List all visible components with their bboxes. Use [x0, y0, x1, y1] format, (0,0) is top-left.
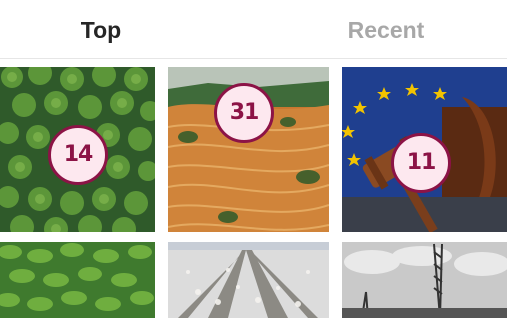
tab-recent[interactable]: Recent [306, 14, 466, 46]
construction-crane-image [342, 242, 507, 318]
cotton-field-image [168, 242, 329, 318]
post-count-badge: 31 [214, 83, 274, 143]
post-thumbnail-cotton-field[interactable] [168, 242, 329, 318]
post-thumbnail-crop-field[interactable] [0, 242, 155, 318]
tab-bar: Top Recent [0, 0, 507, 59]
post-count-badge: 14 [48, 125, 108, 185]
tab-top[interactable]: Top [21, 14, 181, 46]
crop-field-image [0, 242, 155, 318]
post-thumbnail-construction-crane[interactable] [342, 242, 507, 318]
post-count-badge: 11 [391, 133, 451, 193]
